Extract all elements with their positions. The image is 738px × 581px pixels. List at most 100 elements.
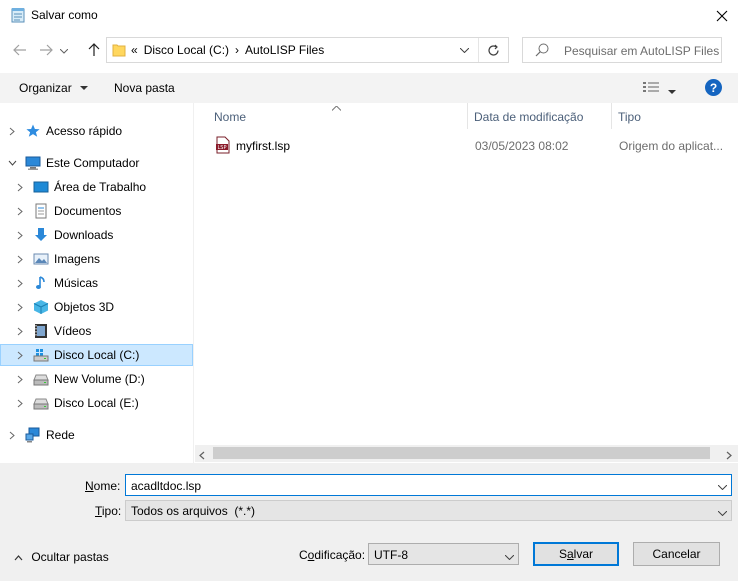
close-icon <box>716 10 728 21</box>
chevron-right-icon[interactable] <box>15 254 25 264</box>
cancel-button[interactable]: Cancelar <box>633 542 720 566</box>
chevron-up-icon <box>14 554 23 561</box>
nav-item-videos[interactable]: Vídeos <box>0 320 193 342</box>
chevron-down-icon[interactable] <box>717 479 728 493</box>
caret-down-icon <box>80 86 89 91</box>
column-header-type[interactable]: Tipo <box>612 103 738 129</box>
nav-item-downloads[interactable]: Downloads <box>0 224 193 246</box>
nav-item-this-pc[interactable]: Este Computador <box>0 152 193 174</box>
nav-item-documents[interactable]: Documentos <box>0 200 193 222</box>
forward-button[interactable] <box>35 39 57 61</box>
file-type-select[interactable]: Todos os arquivos (*.*) <box>125 500 732 521</box>
encoding-label: Codificação: <box>299 548 366 562</box>
network-icon <box>25 427 41 443</box>
nav-item-music[interactable]: Músicas <box>0 272 193 294</box>
music-icon <box>33 275 49 291</box>
chevron-right-icon[interactable] <box>15 350 25 360</box>
chevron-right-icon[interactable] <box>7 430 17 440</box>
chevron-right-icon[interactable] <box>15 302 25 312</box>
chevron-right-icon[interactable] <box>15 278 25 288</box>
scrollbar-thumb[interactable] <box>213 447 710 459</box>
column-header-name[interactable]: Nome <box>208 103 468 129</box>
window-title: Salvar como <box>31 8 98 22</box>
search-input[interactable]: Pesquisar em AutoLISP Files <box>564 44 719 58</box>
search-icon <box>535 43 549 60</box>
nav-item-pictures[interactable]: Imagens <box>0 248 193 270</box>
svg-text:LSP: LSP <box>218 145 227 151</box>
nav-item-quick-access[interactable]: Acesso rápido <box>0 120 193 142</box>
close-button[interactable] <box>706 0 738 31</box>
lsp-file-icon: LSP <box>215 136 231 157</box>
encoding-select[interactable]: UTF-8 <box>368 543 519 565</box>
refresh-button[interactable] <box>478 38 508 62</box>
drive-icon <box>33 395 49 411</box>
nav-item-network[interactable]: Rede <box>0 424 193 446</box>
file-type-label: Tipo: <box>95 504 122 518</box>
chevron-right-icon[interactable] <box>7 126 17 136</box>
toolbar: Organizar Nova pasta ? <box>0 73 738 103</box>
scroll-left-icon[interactable] <box>199 449 205 463</box>
chevron-right-icon[interactable] <box>15 374 25 384</box>
help-button[interactable]: ? <box>705 79 722 96</box>
breadcrumb: « Disco Local (C:) › AutoLISP Files <box>131 43 324 57</box>
up-button[interactable] <box>83 39 105 61</box>
file-type: Origem do aplicat... <box>619 139 724 153</box>
documents-icon <box>33 203 49 219</box>
chevron-right-icon[interactable] <box>15 206 25 216</box>
objects3d-icon <box>33 299 49 315</box>
address-bar[interactable]: « Disco Local (C:) › AutoLISP Files <box>106 37 509 63</box>
chevron-down-icon <box>60 48 68 54</box>
drive-icon <box>33 371 49 387</box>
horizontal-scrollbar[interactable] <box>195 445 738 462</box>
arrow-up-icon <box>88 43 100 56</box>
address-dropdown-button[interactable] <box>452 38 476 62</box>
chevron-right-icon[interactable] <box>15 326 25 336</box>
downloads-icon <box>33 227 49 243</box>
chevron-down-icon[interactable] <box>717 505 728 519</box>
recent-locations-button[interactable] <box>57 40 71 62</box>
file-name-input[interactable]: acadltdoc.lsp <box>125 474 732 496</box>
nav-item-new-volume-d[interactable]: New Volume (D:) <box>0 368 193 390</box>
pictures-icon <box>33 251 49 267</box>
column-header-date[interactable]: Data de modificação <box>468 103 612 129</box>
nav-item-local-disk-e[interactable]: Disco Local (E:) <box>0 392 193 414</box>
new-folder-button[interactable]: Nova pasta <box>114 81 175 95</box>
file-name-value: acadltdoc.lsp <box>131 479 202 493</box>
breadcrumb-overflow[interactable]: « <box>131 43 138 57</box>
refresh-icon <box>488 44 499 56</box>
details-view-icon <box>643 82 659 92</box>
file-row[interactable]: LSP myfirst.lsp 03/05/2023 08:02 Origem … <box>195 134 738 156</box>
view-options-button[interactable] <box>643 81 659 96</box>
save-button[interactable]: Sa lvar <box>533 542 619 566</box>
scroll-right-icon[interactable] <box>726 449 732 463</box>
title-bar: Salvar como <box>0 0 738 31</box>
arrow-left-icon <box>13 44 26 56</box>
chevron-expanded-icon[interactable] <box>7 158 17 168</box>
back-button[interactable] <box>9 39 31 61</box>
file-list: Nome Data de modificação Tipo LSP myfirs… <box>195 103 738 463</box>
nav-item-3d-objects[interactable]: Objetos 3D <box>0 296 193 318</box>
nav-item-local-disk-c[interactable]: Disco Local (C:) <box>0 344 193 366</box>
file-type-value: Todos os arquivos (*.*) <box>131 504 256 518</box>
star-icon <box>25 123 41 139</box>
chevron-down-icon[interactable] <box>504 549 515 563</box>
chevron-right-icon[interactable] <box>15 230 25 240</box>
chevron-right-icon[interactable] <box>15 182 25 192</box>
computer-icon <box>25 155 41 171</box>
arrow-right-icon <box>40 44 53 56</box>
organize-button[interactable]: Organizar <box>19 81 89 95</box>
breadcrumb-item-disco-local-c[interactable]: Disco Local (C:) <box>144 43 229 57</box>
hide-folders-button[interactable]: Ocultar pastas <box>14 550 109 564</box>
breadcrumb-item-autolisp-files[interactable]: AutoLISP Files <box>245 43 324 57</box>
file-name-label: Nome: <box>85 479 121 493</box>
encoding-value: UTF-8 <box>374 548 408 562</box>
view-dropdown-button[interactable] <box>668 84 676 98</box>
breadcrumb-separator[interactable]: › <box>235 43 239 57</box>
chevron-down-icon <box>459 47 469 53</box>
caret-down-icon <box>668 90 676 94</box>
folder-icon <box>112 42 126 61</box>
chevron-right-icon[interactable] <box>15 398 25 408</box>
windows-drive-icon <box>33 347 49 363</box>
search-box[interactable]: Pesquisar em AutoLISP Files <box>522 37 722 63</box>
nav-item-desktop[interactable]: Área de Trabalho <box>0 176 193 198</box>
